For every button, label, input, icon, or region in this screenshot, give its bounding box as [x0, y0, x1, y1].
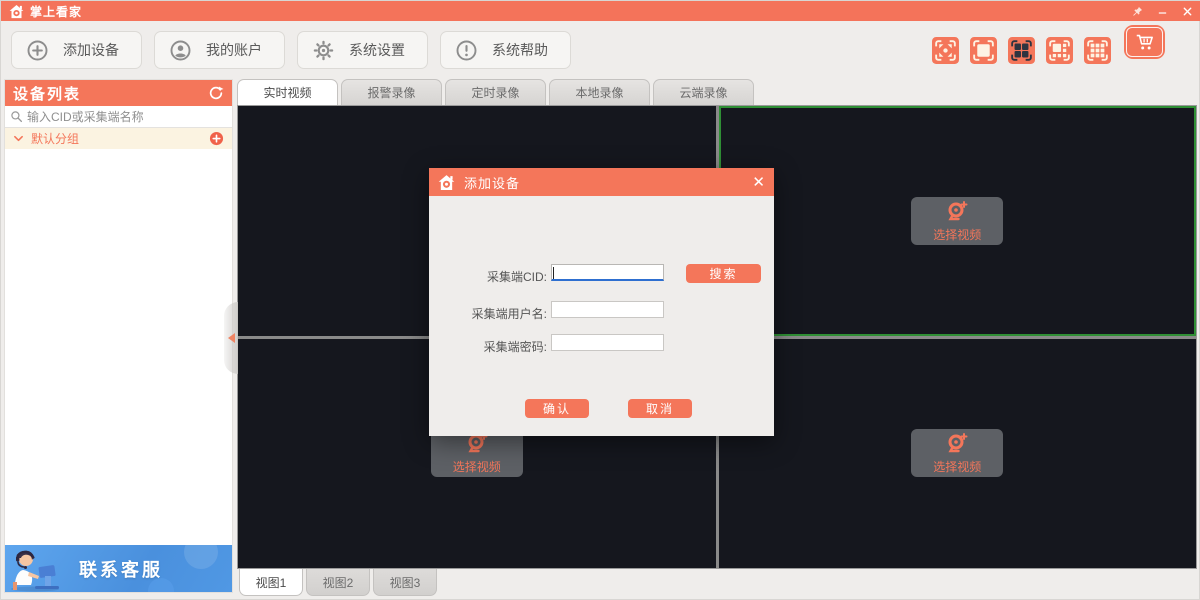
collapse-arrow-icon [228, 333, 235, 343]
search-icon [10, 110, 23, 123]
select-video-button[interactable]: 选择视频 [911, 197, 1003, 245]
webcam-plus-icon [945, 431, 969, 455]
text-caret [553, 267, 554, 279]
store-cart-button[interactable] [1124, 25, 1165, 59]
select-video-button[interactable]: 选择视频 [431, 429, 523, 477]
password-label: 采集端密码: [429, 338, 547, 355]
sidebar-collapse-handle[interactable] [224, 302, 238, 374]
dialog-close-icon[interactable]: ✕ [752, 175, 765, 190]
confirm-button[interactable]: 确认 [525, 399, 589, 418]
toolbar: 添加设备 我的账户 [1, 21, 1200, 79]
banner-decoration [184, 545, 218, 569]
chevron-down-icon [13, 133, 24, 144]
user-icon [169, 39, 192, 62]
video-cell-top-right-selected[interactable]: 选择视频 [719, 106, 1197, 336]
add-device-dialog: 添加设备 ✕ 采集端CID: 搜索 采集端用户名: 采集端密码: 确认 取消 [429, 168, 774, 436]
select-video-button[interactable]: 选择视频 [911, 429, 1003, 477]
layout-switcher [932, 37, 1111, 64]
password-input[interactable] [551, 334, 664, 351]
my-account-button[interactable]: 我的账户 [154, 31, 285, 69]
banner-decoration [148, 578, 174, 592]
default-group-label: 默认分组 [31, 130, 79, 147]
select-video-label: 选择视频 [453, 458, 501, 475]
window-title: 掌上看家 [30, 3, 82, 20]
grid-1-plus-5-layout-icon[interactable] [1046, 37, 1073, 64]
tab-cloud-recording[interactable]: 云端录像 [653, 79, 754, 105]
exclamation-circle-icon [455, 39, 478, 62]
system-settings-label: 系统设置 [349, 40, 405, 60]
cid-label: 采集端CID: [429, 268, 547, 285]
title-bar: 掌上看家 [1, 1, 1200, 21]
view-tab-3[interactable]: 视图3 [373, 569, 437, 596]
add-device-label: 添加设备 [63, 40, 119, 60]
close-button[interactable] [1182, 6, 1193, 17]
dialog-body: 采集端CID: 搜索 采集端用户名: 采集端密码: 确认 取消 [429, 196, 774, 436]
webcam-plus-icon [945, 199, 969, 223]
cid-input[interactable] [551, 264, 664, 281]
tab-local-recording[interactable]: 本地录像 [549, 79, 650, 105]
add-group-button[interactable] [209, 131, 224, 146]
select-video-label: 选择视频 [933, 458, 981, 475]
grid-3x3-layout-icon[interactable] [1084, 37, 1111, 64]
pin-icon[interactable] [1132, 6, 1143, 17]
minimize-button[interactable] [1157, 6, 1168, 17]
contact-support-label: 联系客服 [79, 556, 163, 582]
system-settings-button[interactable]: 系统设置 [297, 31, 428, 69]
default-group-row[interactable]: 默认分组 [5, 128, 232, 149]
customer-service-illustration [5, 546, 67, 592]
tab-alarm-recording[interactable]: 报警录像 [341, 79, 442, 105]
username-input[interactable] [551, 301, 664, 318]
system-help-button[interactable]: 系统帮助 [440, 31, 571, 69]
app-logo-house-icon [9, 4, 24, 19]
search-device-button[interactable]: 搜索 [686, 264, 761, 283]
cancel-button[interactable]: 取消 [628, 399, 692, 418]
device-search [5, 106, 232, 128]
select-video-label: 选择视频 [933, 226, 981, 243]
view-tab-2[interactable]: 视图2 [306, 569, 370, 596]
contact-support-banner[interactable]: 联系客服 [5, 545, 232, 592]
device-list-header: 设备列表 [5, 80, 232, 106]
view-tab-1[interactable]: 视图1 [239, 569, 303, 596]
dialog-header: 添加设备 ✕ [429, 168, 774, 196]
gear-icon [312, 39, 335, 62]
fullscreen-layout-icon[interactable] [932, 37, 959, 64]
single-view-layout-icon[interactable] [970, 37, 997, 64]
system-help-label: 系统帮助 [492, 40, 548, 60]
view-tabs: 视图1 视图2 视图3 [239, 569, 437, 596]
tab-live-video[interactable]: 实时视频 [237, 79, 338, 105]
device-sidebar: 设备列表 默认分组 [4, 79, 233, 593]
my-account-label: 我的账户 [206, 40, 262, 60]
video-cell-bottom-right[interactable]: 选择视频 [719, 339, 1197, 569]
device-list-empty [5, 149, 232, 545]
tab-scheduled-recording[interactable]: 定时录像 [445, 79, 546, 105]
plus-circle-icon [26, 39, 49, 62]
username-label: 采集端用户名: [429, 305, 547, 322]
device-list-title: 设备列表 [13, 83, 81, 104]
dialog-house-icon [438, 174, 455, 191]
add-device-button[interactable]: 添加设备 [11, 31, 142, 69]
app-window: 掌上看家 添加设备 我 [0, 0, 1200, 600]
video-mode-tabs: 实时视频 报警录像 定时录像 本地录像 云端录像 [237, 79, 754, 105]
shopping-cart-icon [1134, 31, 1156, 53]
grid-2x2-layout-icon-active[interactable] [1008, 37, 1035, 64]
device-search-input[interactable] [27, 110, 227, 124]
dialog-title: 添加设备 [464, 173, 520, 192]
refresh-icon[interactable] [208, 85, 224, 101]
